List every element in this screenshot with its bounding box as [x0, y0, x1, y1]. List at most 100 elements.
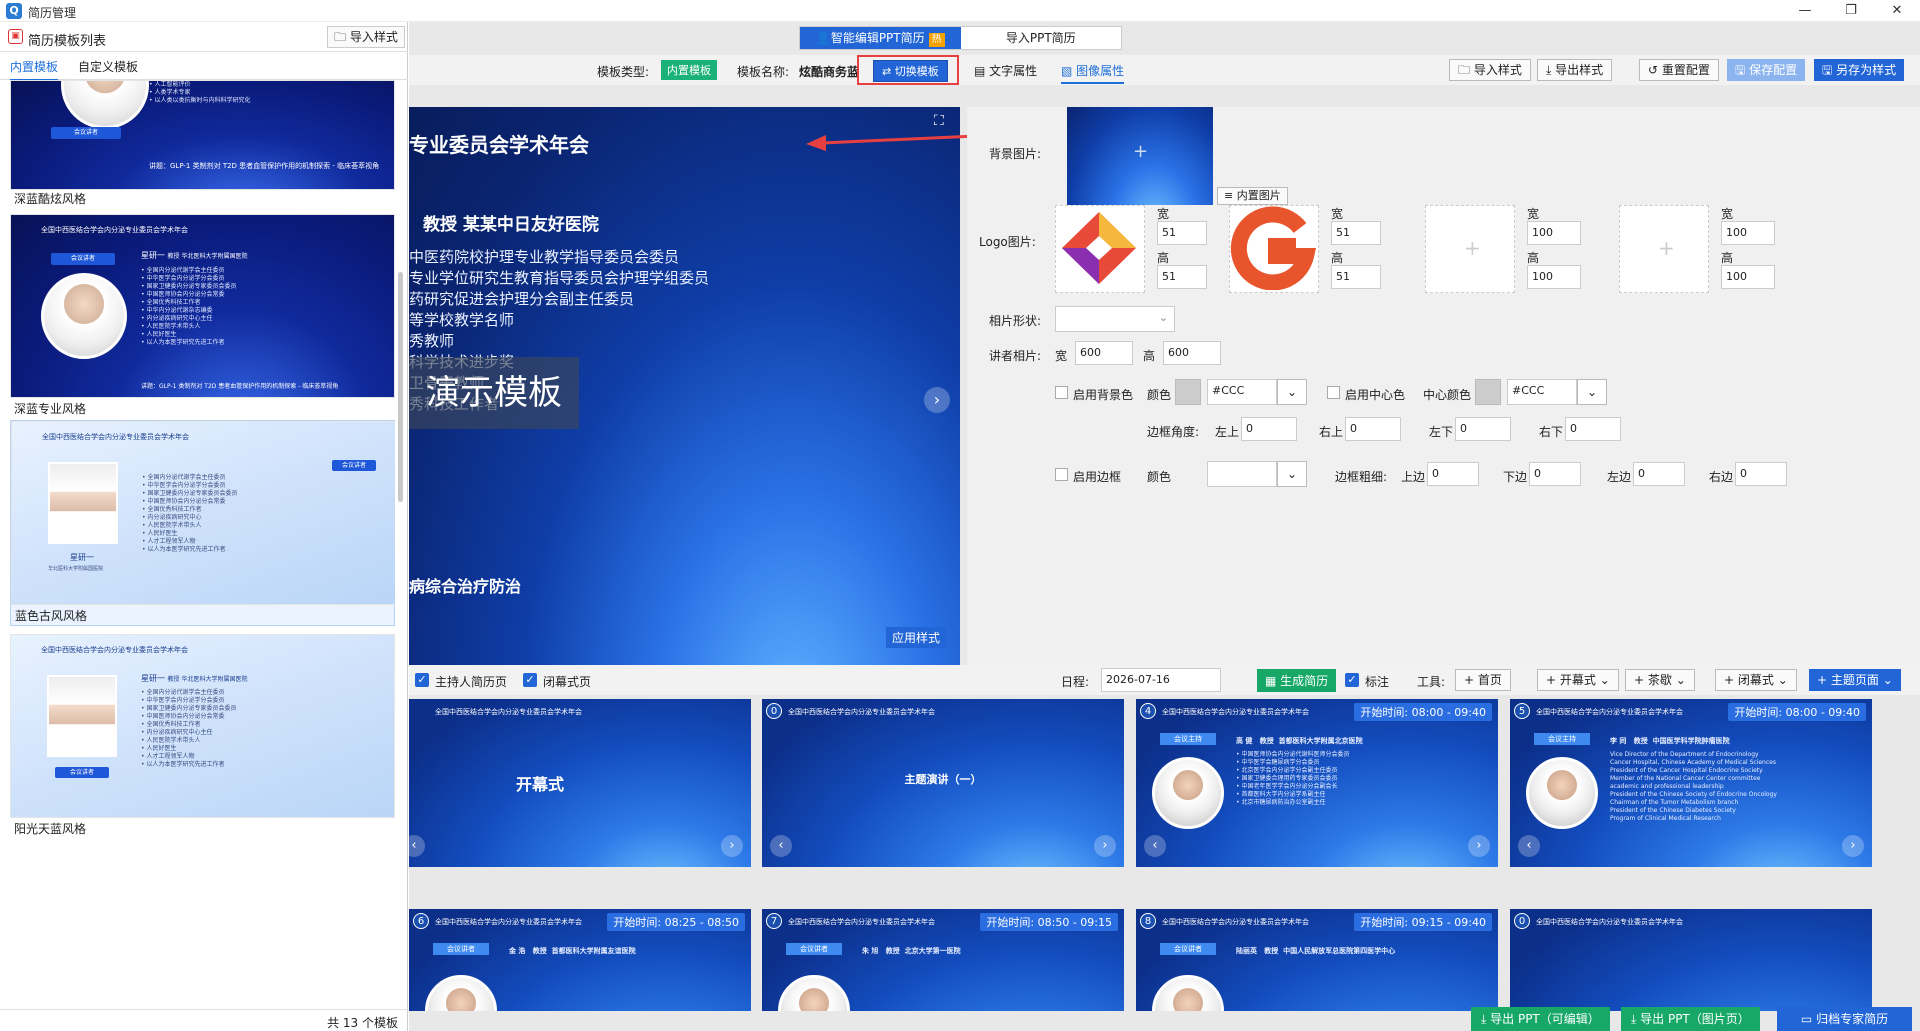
bg-image-preview[interactable]: +	[1067, 107, 1213, 205]
bg-color-swatch[interactable]	[1175, 379, 1201, 405]
photo-shape-select[interactable]: ⌄	[1055, 306, 1175, 332]
border-left-input[interactable]: 0	[1633, 462, 1685, 486]
logo3-width-input[interactable]: 100	[1527, 221, 1581, 245]
logo4-height-input[interactable]: 100	[1721, 265, 1775, 289]
radius-bl-input[interactable]: 0	[1455, 417, 1511, 441]
minimize-icon[interactable]: —	[1782, 0, 1828, 22]
slide-number: 0	[766, 703, 782, 719]
template-tag: 会议讲者	[51, 127, 121, 139]
switch-template-button[interactable]: ⇄ 切换模板	[873, 60, 948, 82]
radius-tl-input[interactable]: 0	[1241, 417, 1297, 441]
chevron-down-icon[interactable]: ⌄	[1277, 461, 1307, 487]
reset-config-button[interactable]: ↺ 重置配置	[1639, 59, 1719, 81]
export-style-button[interactable]: ⤓ 导出样式	[1537, 59, 1613, 81]
logo-slot-1[interactable]	[1055, 205, 1145, 293]
template-card[interactable]: 全国中西医结合学会内分泌专业委员会学术年会 会议讲者 星研一 教授 华北医科大学…	[10, 634, 395, 840]
logo2-width-input[interactable]: 51	[1331, 221, 1381, 245]
tab-import-ppt[interactable]: 导入PPT简历	[961, 27, 1122, 49]
logo-slot-4[interactable]: +	[1619, 205, 1709, 293]
template-card[interactable]: 全国中西医结合学会内分泌专业委员会学术年会 会议讲者 星研一 教授 华北医科大学…	[10, 214, 395, 416]
archive-resume-button[interactable]: ▭ 归档专家简历	[1777, 1007, 1912, 1031]
radius-tr-input[interactable]: 0	[1345, 417, 1401, 441]
border-color-input[interactable]	[1207, 461, 1277, 487]
tab-builtin-templates[interactable]: 内置模板	[10, 58, 59, 81]
next-icon[interactable]: ›	[1094, 835, 1116, 857]
template-card-selected[interactable]: 全国中西医结合学会内分泌专业委员会学术年会 星研一 华北医科大学附属国医院 会议…	[10, 420, 395, 626]
tab-custom-templates[interactable]: 自定义模板	[78, 58, 138, 75]
closing-page-checkbox[interactable]: ✓	[523, 673, 537, 687]
apply-style-button[interactable]: 应用样式	[886, 627, 947, 648]
enable-bg-color-checkbox[interactable]	[1055, 386, 1068, 399]
import-style-button[interactable]: 🗀 导入样式	[1449, 59, 1531, 81]
slide-card[interactable]: 8 全国中西医结合学会内分泌专业委员会学术年会 开始时间: 09:15 - 09…	[1136, 909, 1498, 1011]
save-config-button[interactable]: 🖫 保存配置	[1727, 59, 1806, 81]
slide-card[interactable]: 0 全国中西医结合学会内分泌专业委员会学术年会	[1510, 909, 1872, 1011]
home-page-button[interactable]: + 首页	[1455, 669, 1511, 691]
tab-text-props[interactable]: ▤ 文字属性	[974, 62, 1037, 79]
image-properties-panel: 背景图片: + ≡ 内置图片 Logo图片: 宽 51 高 51 宽 51 高 …	[967, 107, 1920, 665]
next-icon[interactable]: ›	[1842, 835, 1864, 857]
template-card[interactable]: • 人工智能评价 • 人类学术专家 • 以人类以类抗衡时与内科科学研究化 会议讲…	[10, 80, 395, 206]
slide-grid: 全国中西医结合学会内分泌专业委员会学术年会 开幕式 ‹ › 0 全国中西医结合学…	[409, 697, 1920, 1011]
enable-center-color-label: 启用中心色	[1345, 388, 1406, 402]
logo1-height-input[interactable]: 51	[1157, 265, 1207, 289]
center-color-swatch[interactable]	[1475, 379, 1501, 405]
speaker-name: 星研一	[141, 251, 165, 260]
template-list-scrollbar[interactable]	[398, 272, 403, 502]
slide-card[interactable]: 0 全国中西医结合学会内分泌专业委员会学术年会 主题演讲（一） ‹ ›	[762, 699, 1124, 867]
template-list-footer: 共 13 个模板	[0, 1009, 408, 1031]
host-resume-checkbox[interactable]: ✓	[415, 673, 429, 687]
radius-br-input[interactable]: 0	[1565, 417, 1621, 441]
slide-card[interactable]: 4 全国中西医结合学会内分泌专业委员会学术年会 开始时间: 08:00 - 09…	[1136, 699, 1498, 867]
download-icon: ⤓	[1481, 1012, 1487, 1026]
next-icon[interactable]: ›	[1468, 835, 1490, 857]
save-as-style-button[interactable]: 🖫 另存为样式	[1814, 59, 1905, 81]
generate-resume-button[interactable]: ▦ 生成简历	[1257, 669, 1337, 692]
chevron-down-icon[interactable]: ⌄	[1277, 379, 1307, 405]
restore-icon[interactable]: ❐	[1828, 0, 1874, 22]
closing-button[interactable]: + 闭幕式 ⌄	[1715, 669, 1797, 691]
annotate-checkbox[interactable]: ✓	[1345, 673, 1359, 687]
prev-icon[interactable]: ‹	[1518, 835, 1540, 857]
logo-slot-2[interactable]	[1229, 205, 1319, 293]
photo-width-input[interactable]: 600	[1075, 341, 1133, 365]
slide-number: 6	[413, 913, 429, 929]
enable-center-color-checkbox[interactable]	[1327, 386, 1340, 399]
tab-smart-edit-ppt[interactable]: 👤智能编辑PPT简历热	[800, 27, 961, 49]
logo2-height-input[interactable]: 51	[1331, 265, 1381, 289]
border-bottom-input[interactable]: 0	[1529, 462, 1581, 486]
logo3-height-input[interactable]: 100	[1527, 265, 1581, 289]
prev-icon[interactable]: ‹	[1144, 835, 1166, 857]
slide-card[interactable]: 6 全国中西医结合学会内分泌专业委员会学术年会 开始时间: 08:25 - 08…	[409, 909, 751, 1011]
border-bottom-label: 下边	[1503, 470, 1528, 484]
bg-color-input[interactable]: #CCC	[1207, 379, 1277, 405]
builtin-image-button[interactable]: ≡ 内置图片	[1217, 187, 1288, 205]
import-style-button[interactable]: 🗀 导入样式	[327, 26, 405, 48]
photo-height-input[interactable]: 600	[1163, 341, 1221, 365]
slide-card[interactable]: 全国中西医结合学会内分泌专业委员会学术年会 开幕式 ‹ ›	[409, 699, 751, 867]
next-slide-icon[interactable]: ›	[924, 387, 950, 413]
border-top-input[interactable]: 0	[1427, 462, 1479, 486]
close-icon[interactable]: ✕	[1874, 0, 1920, 22]
export-ppt-image-button[interactable]: ⤓ 导出 PPT（图片页）	[1621, 1007, 1760, 1031]
chevron-down-icon[interactable]: ⌄	[1577, 379, 1607, 405]
opening-button[interactable]: + 开幕式 ⌄	[1537, 669, 1619, 691]
date-select[interactable]: 2026-07-16	[1101, 668, 1221, 692]
enable-border-checkbox[interactable]	[1055, 468, 1068, 481]
next-icon[interactable]: ›	[721, 835, 743, 857]
border-right-input[interactable]: 0	[1735, 462, 1787, 486]
logo-slot-3[interactable]: +	[1425, 205, 1515, 293]
prev-icon[interactable]: ‹	[770, 835, 792, 857]
tab-image-props[interactable]: ▧ 图像属性	[1061, 62, 1125, 84]
speaker-affiliation: 华北医科大学附属国医院	[48, 566, 104, 572]
center-color-input[interactable]: #CCC	[1507, 379, 1577, 405]
template-name: 深蓝酷炫风格	[14, 192, 87, 206]
topic-page-button[interactable]: + 主题页面 ⌄	[1809, 669, 1901, 691]
logo4-width-input[interactable]: 100	[1721, 221, 1775, 245]
slide-card[interactable]: 7 全国中西医结合学会内分泌专业委员会学术年会 开始时间: 08:50 - 09…	[762, 909, 1124, 1011]
prev-icon[interactable]: ‹	[409, 835, 425, 857]
slide-card[interactable]: 5 全国中西医结合学会内分泌专业委员会学术年会 开始时间: 08:00 - 09…	[1510, 699, 1872, 867]
tea-break-button[interactable]: + 茶歇 ⌄	[1625, 669, 1695, 691]
export-ppt-editable-button[interactable]: ⤓ 导出 PPT（可编辑）	[1471, 1007, 1610, 1031]
logo1-width-input[interactable]: 51	[1157, 221, 1207, 245]
